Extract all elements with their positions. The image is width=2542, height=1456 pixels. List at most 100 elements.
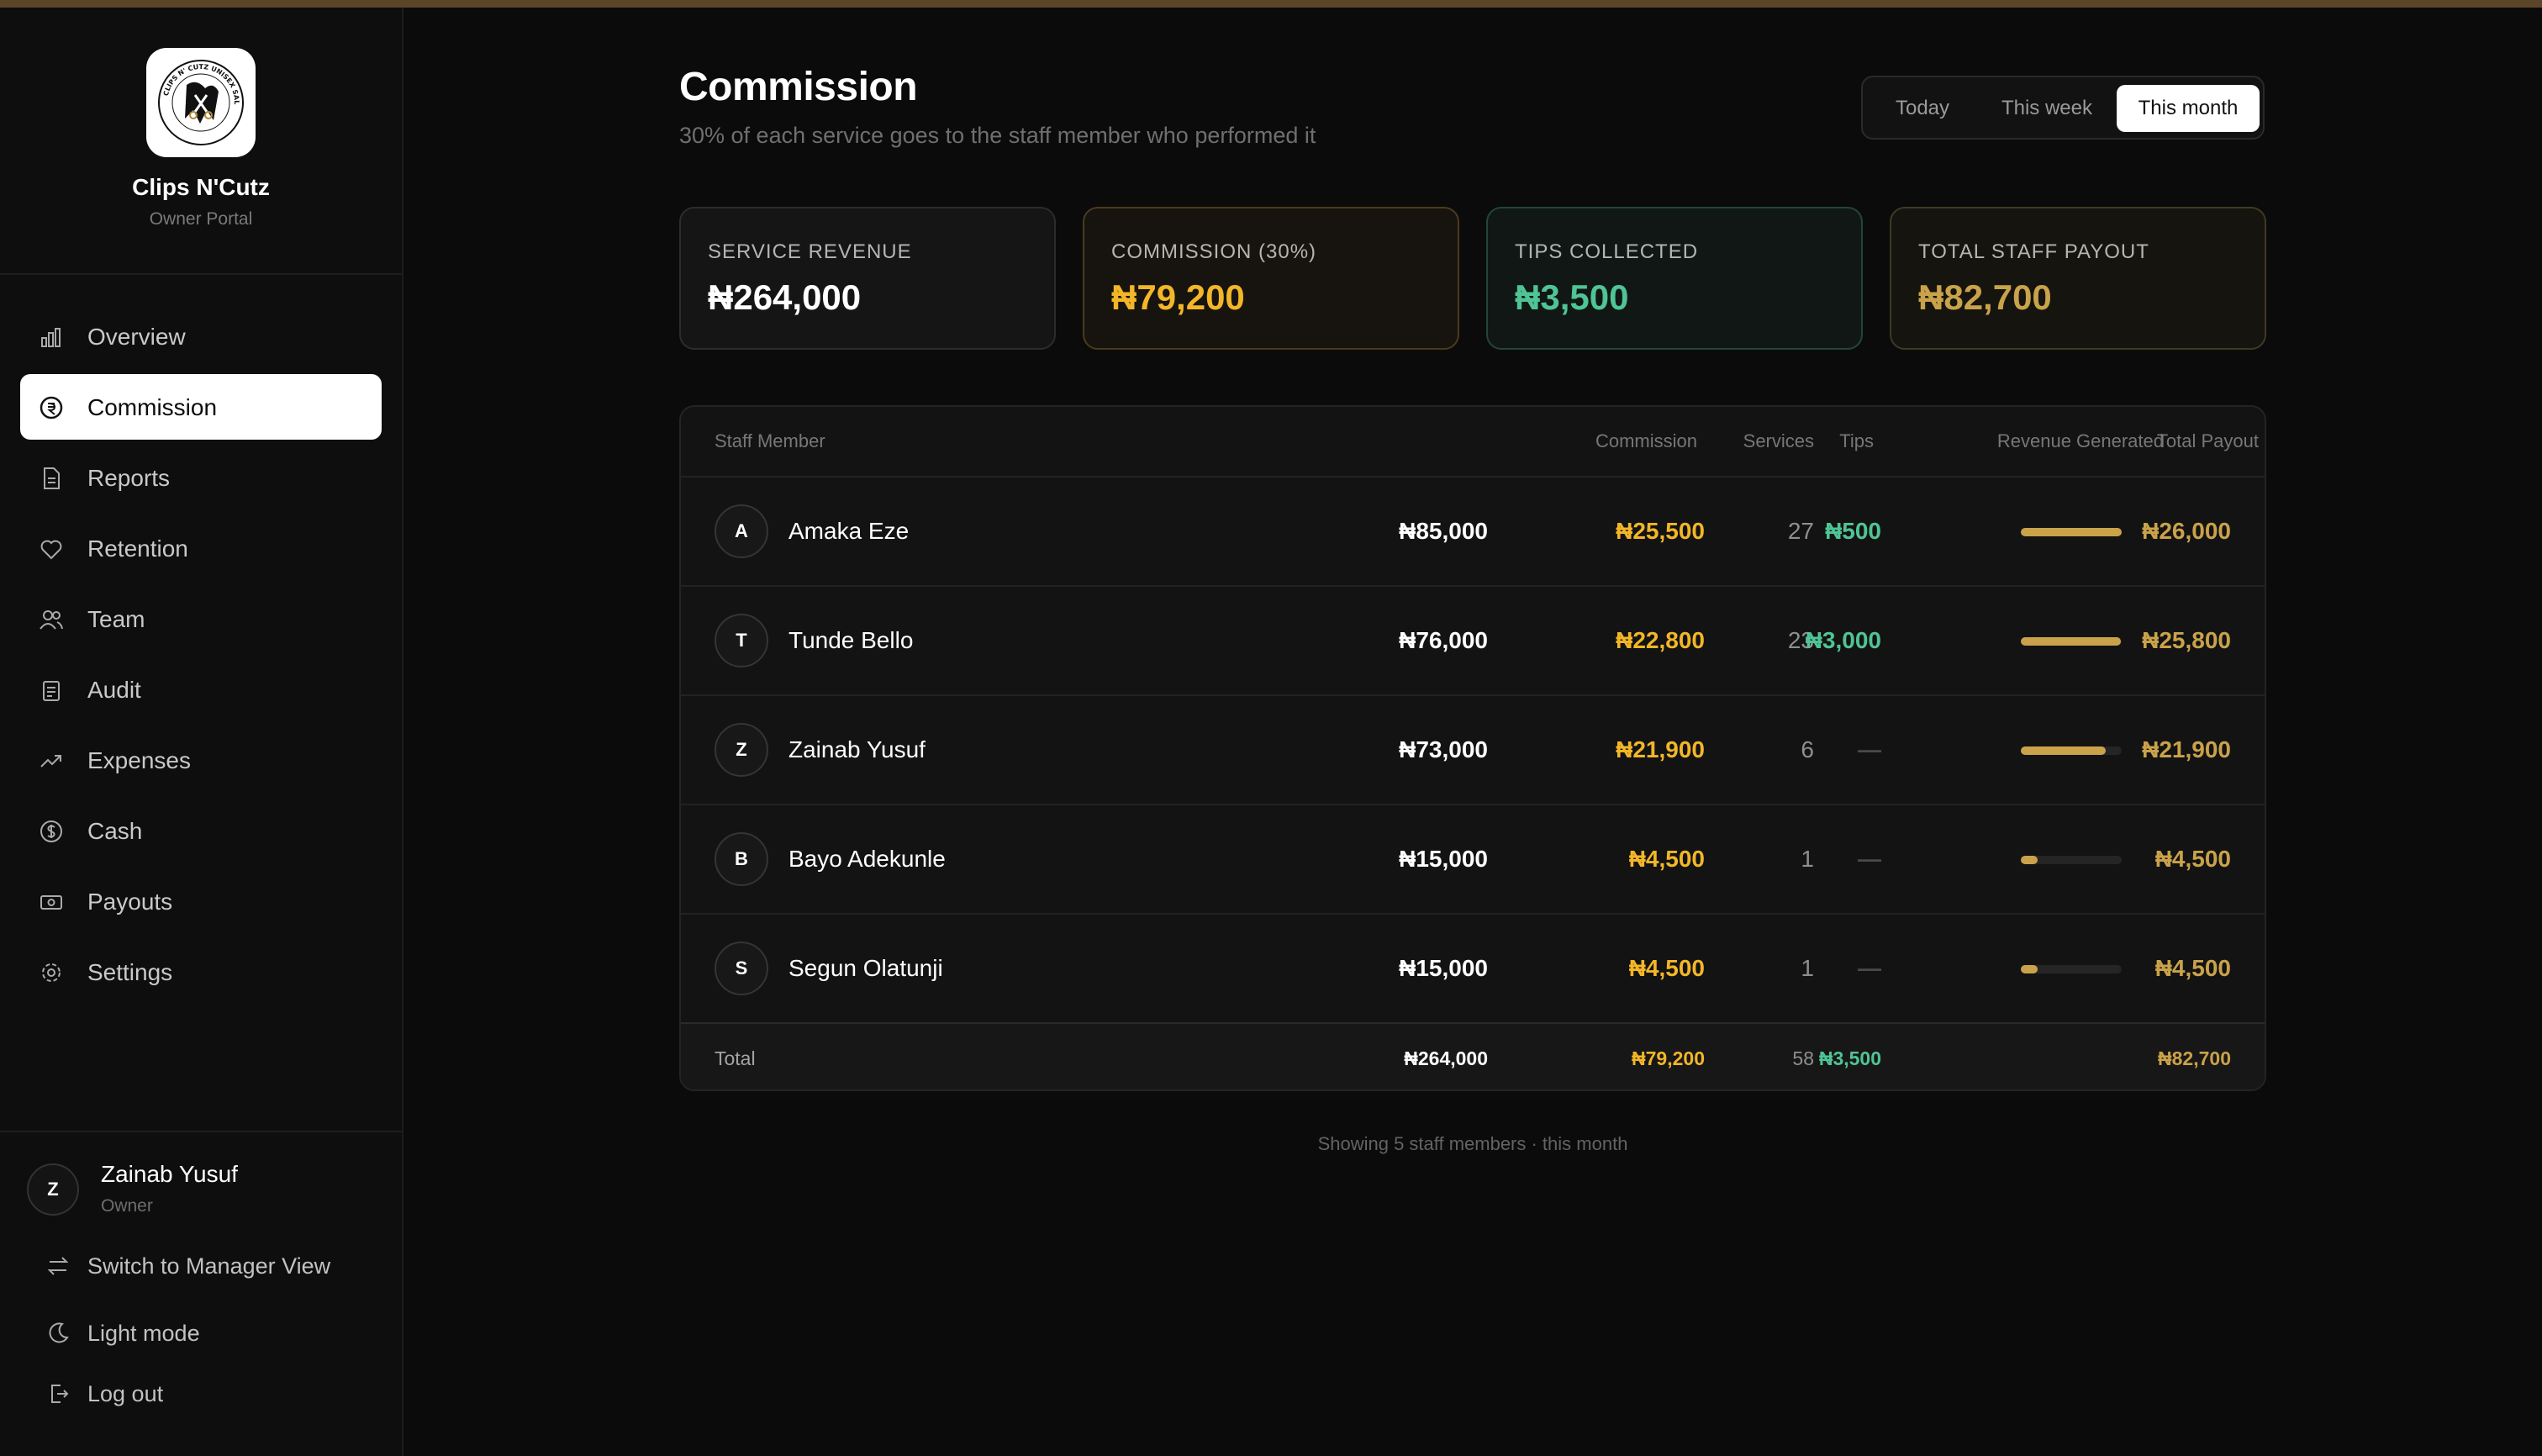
table-row[interactable]: T Tunde Bello 23 ₦76,000 ₦22,800 ₦3,000 ₦25,80… — [681, 585, 2265, 694]
switch-view-button[interactable]: Switch to Manager View — [40, 1243, 377, 1290]
total-payout: ₦21,900 — [2142, 736, 2231, 762]
avatar: T — [715, 614, 768, 667]
stat-label: TIPS COLLECTED — [1515, 240, 1699, 263]
tips-amount: ₦3,000 — [1805, 627, 1881, 653]
payout-bar — [2021, 856, 2122, 864]
total-revenue: ₦264,000 — [1404, 1047, 1488, 1069]
table-row[interactable]: A Amaka Eze 27 ₦85,000 ₦25,500 ₦500 ₦26,000 — [681, 476, 2265, 585]
commission-amount: ₦4,500 — [1628, 846, 1705, 872]
sidebar-item-overview[interactable]: Overview — [20, 303, 382, 369]
heart-icon — [40, 540, 62, 560]
staff-name: Segun Olatunji — [788, 955, 943, 981]
sidebar-item-label: Settings — [87, 959, 173, 985]
user-role: Owner — [101, 1196, 153, 1216]
total-commission: ₦79,200 — [1632, 1047, 1705, 1069]
sidebar-item-label: Payouts — [87, 889, 173, 915]
services-count: 1 — [1801, 955, 1814, 981]
sidebar-item-cash[interactable]: Cash — [20, 798, 382, 863]
sidebar-item-label: Retention — [87, 535, 188, 562]
total-payout: ₦4,500 — [2154, 955, 2231, 981]
theme-toggle-button[interactable]: Light mode — [40, 1311, 377, 1358]
payout-bar-fill — [2021, 746, 2106, 755]
moon-icon — [49, 1322, 69, 1343]
swap-arrows-icon — [47, 1257, 69, 1275]
sidebar-divider — [0, 273, 402, 275]
table-footer-note: Showing 5 staff members · this month — [1317, 1133, 1628, 1154]
sidebar-item-settings[interactable]: Settings — [20, 939, 382, 1005]
payout-bar-fill — [2021, 856, 2038, 864]
stat-card-service-revenue: SERVICE REVENUE ₦264,000 — [679, 207, 1056, 350]
total-payout: ₦4,500 — [2154, 846, 2231, 872]
trending-up-icon — [40, 755, 61, 768]
range-option-today[interactable]: Today — [1878, 85, 1967, 132]
tips-amount: ₦500 — [1825, 518, 1881, 544]
sidebar-item-label: Reports — [87, 465, 171, 491]
range-option-this-month[interactable]: This month — [2117, 85, 2260, 132]
avatar: Z — [27, 1163, 79, 1216]
brand-subtitle: Owner Portal — [149, 209, 253, 229]
services-count: 1 — [1801, 846, 1814, 872]
sidebar-item-commission[interactable]: Commission — [20, 374, 382, 440]
table-row[interactable]: B Bayo Adekunle 1 ₦15,000 ₦4,500 — ₦4,500 — [681, 804, 2265, 913]
sidebar: CLIPS N' CUTZ UNISEX SALON Clips N'Cutz … — [0, 8, 403, 1456]
top-accent-bar — [0, 0, 2542, 8]
revenue-generated: ₦85,000 — [1399, 518, 1488, 544]
table-total-row: Total 58 ₦264,000 ₦79,200 ₦3,500 ₦82,700 — [681, 1022, 2265, 1089]
theme-toggle-label: Light mode — [87, 1321, 200, 1346]
sidebar-item-label: Audit — [87, 677, 141, 703]
tips-amount: — — [1858, 846, 1881, 872]
stat-value: ₦264,000 — [708, 277, 862, 317]
logout-button[interactable]: Log out — [40, 1371, 377, 1418]
revenue-generated: ₦15,000 — [1399, 955, 1488, 981]
sidebar-item-label: Cash — [87, 818, 143, 844]
commission-amount: ₦25,500 — [1616, 518, 1705, 544]
table-row[interactable]: Z Zainab Yusuf 6 ₦73,000 ₦21,900 — ₦21,900 — [681, 694, 2265, 804]
table-row[interactable]: S Segun Olatunji 1 ₦15,000 ₦4,500 — ₦4,500 — [681, 913, 2265, 1022]
page-subtitle: 30% of each service goes to the staff me… — [679, 123, 1316, 148]
banknote-icon — [40, 895, 62, 910]
revenue-generated: ₦15,000 — [1399, 846, 1488, 872]
sidebar-item-label: Expenses — [87, 747, 191, 773]
user-name: Zainab Yusuf — [101, 1161, 238, 1187]
avatar: S — [715, 942, 768, 995]
avatar: Z — [715, 723, 768, 777]
users-icon — [40, 610, 63, 630]
avatar: A — [715, 504, 768, 558]
stat-value: ₦79,200 — [1111, 277, 1245, 317]
services-count: 6 — [1801, 736, 1814, 762]
sidebar-item-expenses[interactable]: Expenses — [20, 727, 382, 793]
sidebar-item-payouts[interactable]: Payouts — [20, 868, 382, 934]
sidebar-item-team[interactable]: Team — [20, 586, 382, 652]
commission-icon — [40, 396, 63, 419]
sidebar-item-retention[interactable]: Retention — [20, 515, 382, 581]
total-label: Total — [715, 1047, 756, 1069]
stat-value: ₦82,700 — [1918, 277, 2052, 317]
sidebar-divider — [0, 1131, 402, 1132]
total-payout: ₦82,700 — [2158, 1047, 2231, 1069]
payout-bar — [2021, 637, 2122, 646]
commission-amount: ₦21,900 — [1616, 736, 1705, 762]
staff-name: Zainab Yusuf — [788, 736, 926, 762]
staff-name: Amaka Eze — [788, 518, 910, 544]
bar-chart-icon — [41, 328, 61, 347]
payout-bar-fill — [2021, 637, 2121, 646]
stat-value: ₦3,500 — [1515, 277, 1629, 317]
sidebar-item-label: Overview — [87, 324, 186, 350]
logout-icon — [51, 1385, 69, 1403]
stat-label: TOTAL STAFF PAYOUT — [1918, 240, 2149, 263]
range-option-this-week[interactable]: This week — [1980, 85, 2113, 132]
payout-bar — [2021, 528, 2122, 536]
avatar: B — [715, 832, 768, 886]
staff-name: Bayo Adekunle — [788, 846, 946, 872]
column-header-staff-member[interactable]: Staff Member — [715, 430, 825, 452]
logout-label: Log out — [87, 1381, 164, 1406]
sidebar-item-audit[interactable]: Audit — [20, 657, 382, 722]
stat-label: SERVICE REVENUE — [708, 240, 912, 263]
stat-card-commission: COMMISSION (30%) ₦79,200 — [1083, 207, 1459, 350]
revenue-generated: ₦73,000 — [1399, 736, 1488, 762]
payout-bar — [2021, 965, 2122, 973]
stat-label: COMMISSION (30%) — [1111, 240, 1317, 263]
sidebar-item-reports[interactable]: Reports — [20, 445, 382, 510]
stat-card-total-staff-payout: TOTAL STAFF PAYOUT ₦82,700 — [1890, 207, 2266, 350]
sidebar-item-label: Team — [87, 606, 145, 632]
